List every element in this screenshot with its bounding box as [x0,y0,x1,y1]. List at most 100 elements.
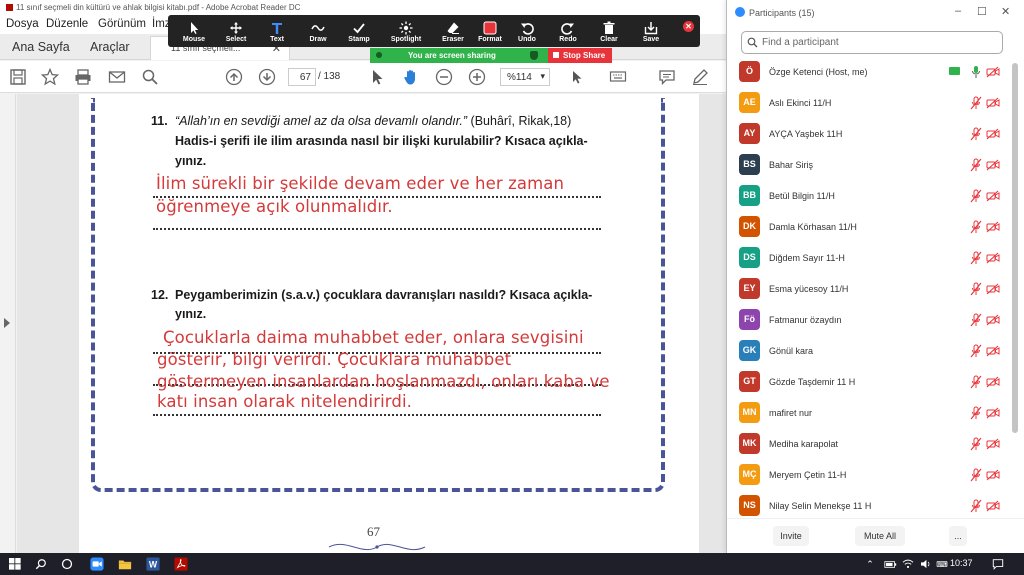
wifi-icon[interactable] [900,556,916,572]
participant-row[interactable]: DK Damla Körhasan 11/H [727,212,1009,243]
menu-file[interactable]: Dosya [6,18,39,30]
zoom-app-icon[interactable] [89,556,105,572]
cortana-icon[interactable] [59,556,75,572]
microphone-muted-icon[interactable] [970,313,982,327]
pen-icon[interactable] [690,67,710,87]
tool-mouse[interactable]: Mouse [174,18,214,43]
participant-row[interactable]: DS Diğdem Sayır 11-H [727,243,1009,274]
video-off-icon[interactable] [986,314,1000,326]
scrollbar-thumb[interactable] [1012,63,1018,433]
video-off-icon[interactable] [986,66,1000,78]
video-off-icon[interactable] [986,345,1000,357]
participant-row[interactable]: AY AYÇA Yaşbek 11H [727,119,1009,150]
more-button[interactable]: ... [949,526,967,546]
close-annotation-icon[interactable]: ✕ [683,21,694,32]
microphone-muted-icon[interactable] [970,158,982,172]
participant-row[interactable]: GT Gözde Taşdemir 11 H [727,367,1009,398]
close-icon[interactable]: ✕ [1001,5,1010,18]
tool-format[interactable]: Format [470,18,510,43]
system-tray-up-icon[interactable]: ⌃ [862,556,878,572]
microphone-muted-icon[interactable] [970,220,982,234]
tool-undo[interactable]: Undo [507,18,547,43]
prev-page-icon[interactable] [224,67,244,87]
video-off-icon[interactable] [986,500,1000,512]
participant-row[interactable]: Fö Fatmanur özaydın [727,305,1009,336]
tool-redo[interactable]: Redo [548,18,588,43]
video-off-icon[interactable] [986,97,1000,109]
video-off-icon[interactable] [986,469,1000,481]
hand-icon[interactable] [401,67,421,87]
microphone-muted-icon[interactable] [970,251,982,265]
fit-page-icon[interactable] [568,67,588,87]
participant-row[interactable]: MÇ Meryem Çetin 11-H [727,460,1009,491]
video-off-icon[interactable] [986,376,1000,388]
microphone-muted-icon[interactable] [970,344,982,358]
participant-scrollbar[interactable] [1011,57,1019,519]
bookmark-star-icon[interactable] [40,67,60,87]
microphone-on-icon[interactable] [970,65,982,79]
microphone-muted-icon[interactable] [970,127,982,141]
video-off-icon[interactable] [986,283,1000,295]
video-off-icon[interactable] [986,438,1000,450]
battery-icon[interactable] [882,556,898,572]
volume-icon[interactable] [918,556,934,572]
participant-row[interactable]: GK Gönül kara [727,336,1009,367]
stop-share-button[interactable]: Stop Share [548,48,612,63]
tool-select[interactable]: Select [216,18,256,43]
participant-row[interactable]: MK Mediha karapolat [727,429,1009,460]
tool-draw[interactable]: Draw [298,18,338,43]
minimize-icon[interactable]: – [955,5,961,17]
mail-icon[interactable] [107,67,127,87]
document-viewer[interactable]: 11. “Allah’ın en sevdiği amel az da olsa… [17,94,730,553]
tab-home[interactable]: Ana Sayfa [12,40,70,54]
microphone-muted-icon[interactable] [970,406,982,420]
comment-icon[interactable] [657,67,677,87]
zoom-in-icon[interactable] [467,67,487,87]
print-icon[interactable] [73,67,93,87]
tab-tools[interactable]: Araçlar [90,40,130,54]
video-off-icon[interactable] [986,407,1000,419]
zoom-out-icon[interactable] [434,67,454,87]
notifications-icon[interactable] [990,556,1006,572]
page-number-input[interactable]: 67 [288,68,316,86]
microphone-muted-icon[interactable] [970,282,982,296]
search-icon[interactable] [33,556,49,572]
file-explorer-icon[interactable] [117,556,133,572]
word-icon[interactable]: W [145,556,161,572]
menu-view[interactable]: Görünüm [98,18,146,30]
microphone-muted-icon[interactable] [970,96,982,110]
video-off-icon[interactable] [986,159,1000,171]
participant-row[interactable]: AE Aslı Ekinci 11/H [727,88,1009,119]
select-arrow-icon[interactable] [367,67,387,87]
participant-row[interactable]: EY Esma yücesoy 11/H [727,274,1009,305]
mute-all-button[interactable]: Mute All [855,526,905,546]
video-off-icon[interactable] [986,221,1000,233]
video-off-icon[interactable] [986,190,1000,202]
tool-stamp[interactable]: Stamp [339,18,379,43]
microphone-muted-icon[interactable] [970,437,982,451]
microphone-muted-icon[interactable] [970,499,982,513]
tool-save[interactable]: Save [631,18,671,43]
participant-row[interactable]: BS Bahar Siriş [727,150,1009,181]
search-icon[interactable] [140,67,160,87]
participant-search-input[interactable]: Find a participant [741,31,1003,54]
expand-panel-icon[interactable] [4,318,10,328]
video-off-icon[interactable] [986,252,1000,264]
keyboard-icon[interactable] [608,67,628,87]
video-off-icon[interactable] [986,128,1000,140]
acrobat-icon[interactable] [173,556,189,572]
maximize-icon[interactable]: ☐ [977,5,987,18]
participant-row[interactable]: MN mafiret nur [727,398,1009,429]
screen-sharing-banner[interactable]: You are screen sharing [370,48,548,63]
microphone-muted-icon[interactable] [970,375,982,389]
windows-start-icon[interactable] [7,556,23,572]
menu-edit[interactable]: Düzenle [46,18,88,30]
microphone-muted-icon[interactable] [970,189,982,203]
tool-text[interactable]: Text [257,18,297,43]
save-icon[interactable] [8,67,28,87]
microphone-muted-icon[interactable] [970,468,982,482]
language-icon[interactable]: ⌨ [934,556,950,572]
tool-eraser[interactable]: Eraser [433,18,473,43]
next-page-icon[interactable] [257,67,277,87]
participant-row[interactable]: Ö Özge Ketenci (Host, me) [727,57,1009,88]
